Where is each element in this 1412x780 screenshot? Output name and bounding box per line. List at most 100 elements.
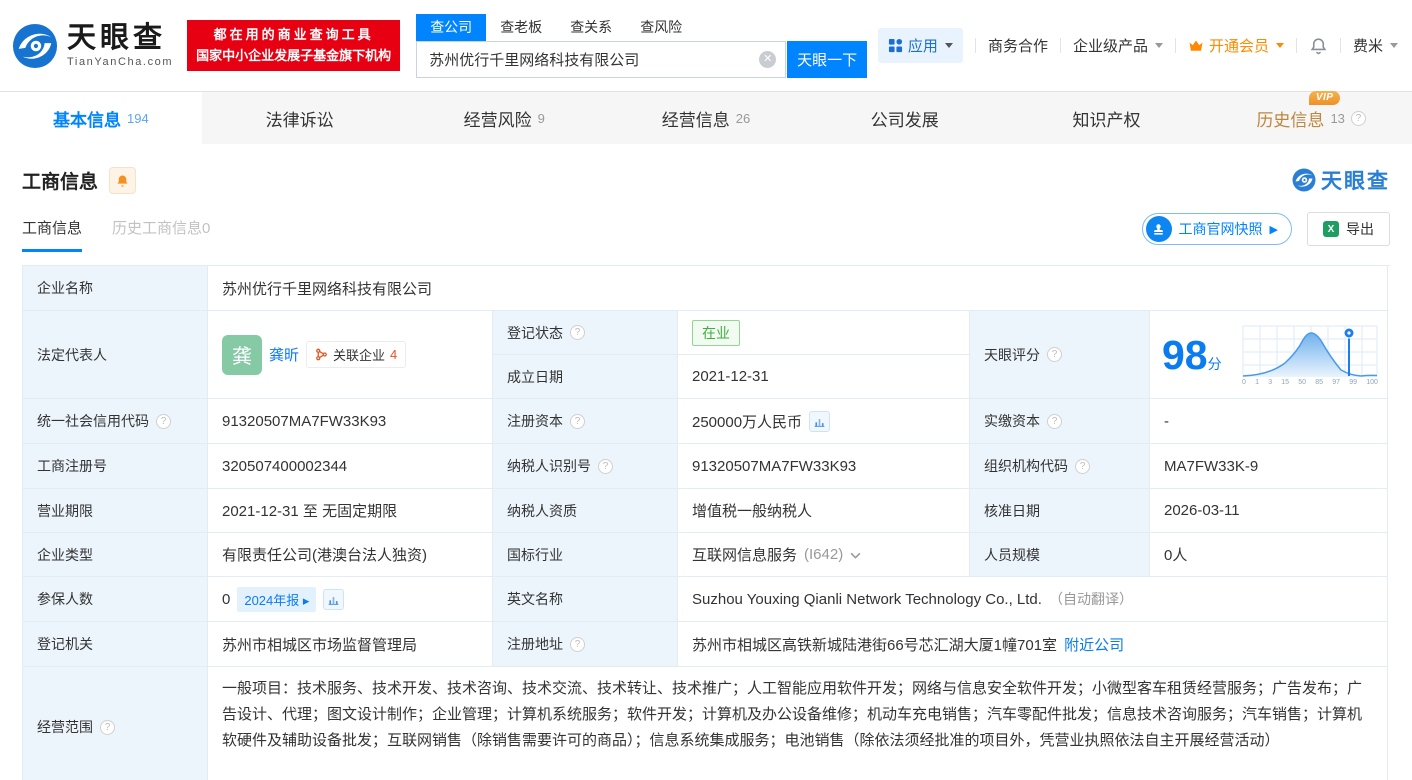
org-code-value: MA7FW33K-9 (1150, 444, 1388, 489)
approve-date-value: 2026-03-11 (1150, 489, 1388, 533)
tianyancha-logo-icon (1292, 168, 1316, 192)
nav-business-cooperation[interactable]: 商务合作 (988, 35, 1048, 56)
crown-icon (1189, 40, 1203, 51)
nav-enterprise-products[interactable]: 企业级产品 (1073, 35, 1163, 56)
registry-label: 登记机关 (23, 622, 208, 667)
reg-status-label: 登记状态 ? (493, 311, 678, 355)
search-button[interactable]: 天眼一下 (787, 40, 868, 78)
related-companies-badge[interactable]: 关联企业 4 (306, 341, 407, 368)
score-distribution-chart: 0 1 3 15 50 85 97 99 100 (1241, 325, 1379, 386)
divider (974, 38, 976, 53)
org-code-label: 组织机构代码 ? (970, 444, 1150, 489)
search-tabs: 查公司 查老板 查关系 查风险 (416, 13, 867, 41)
score-value: 98分 0 1 3 15 50 85 97 99 100 (1150, 311, 1388, 399)
company-name-label: 企业名称 (23, 266, 208, 311)
search-tab-relation[interactable]: 查关系 (556, 14, 626, 41)
subtab-history-business-info[interactable]: 历史工商信息0 (112, 217, 210, 252)
export-button[interactable]: X 导出 (1307, 212, 1390, 246)
tianyancha-logo[interactable]: 天眼查 TianYanCha.com (12, 23, 173, 69)
english-name-value: Suzhou Youxing Qianli Network Technology… (678, 577, 1388, 622)
taxpayer-id-value: 91320507MA7FW33K93 (678, 444, 970, 489)
main-content: 工商信息 天眼查 工商信息 历史工商信息0 工商官网快照 ▶ X 导出 企业名称… (0, 165, 1412, 780)
nav-apps[interactable]: 应用 (877, 28, 963, 63)
tab-company-development[interactable]: 公司发展 (807, 92, 1009, 144)
nearby-companies-link[interactable]: 附近公司 (1064, 634, 1124, 655)
tab-operation-risk[interactable]: 经营风险 9 (403, 92, 605, 144)
chevron-down-icon (1275, 43, 1284, 48)
divider (1339, 38, 1341, 53)
english-name-label: 英文名称 (493, 577, 678, 622)
legal-rep-value: 龚 龚昕 关联企业 4 (208, 311, 493, 399)
help-icon[interactable]: ? (1350, 110, 1366, 126)
legal-rep-link[interactable]: 龚昕 (269, 344, 299, 365)
taxpayer-quality-value: 增值税一般纳税人 (678, 489, 970, 533)
legal-rep-avatar[interactable]: 龚 (222, 334, 262, 375)
reg-number-label: 工商注册号 (23, 444, 208, 489)
official-snapshot-button[interactable]: 工商官网快照 ▶ (1141, 213, 1292, 245)
taxpayer-id-label: 纳税人识别号 ? (493, 444, 678, 489)
credit-code-label: 统一社会信用代码 ? (23, 399, 208, 444)
vip-badge: VIP (1308, 90, 1341, 105)
score-label: 天眼评分 ? (970, 311, 1150, 399)
username: 费米 (1352, 38, 1383, 55)
tab-intellectual-property[interactable]: 知识产权 (1009, 92, 1211, 144)
network-icon (316, 348, 327, 361)
establish-date-value: 2021-12-31 (678, 355, 970, 399)
search-tab-company[interactable]: 查公司 (416, 13, 487, 41)
insured-label: 参保人数 (23, 577, 208, 622)
company-name-value: 苏州优行千里网络科技有限公司 (208, 266, 1388, 311)
industry-value: 互联网信息服务 (I642) (678, 533, 970, 577)
top-header: 天眼查 TianYanCha.com 都在用的商业查询工具 国家中小企业发展子基… (0, 0, 1412, 91)
reg-number-value: 320507400002344 (208, 444, 493, 489)
nav-user-menu[interactable]: 费米 (1353, 35, 1398, 56)
address-label: 注册地址 ? (493, 622, 678, 667)
help-icon[interactable]: ? (100, 719, 115, 735)
tab-operation-info[interactable]: 经营信息 26 (605, 92, 807, 144)
divider (1174, 38, 1176, 53)
search-tab-boss[interactable]: 查老板 (486, 14, 556, 41)
help-icon[interactable]: ? (1047, 347, 1062, 362)
annual-report-badge[interactable]: 2024年报 ▸ (237, 586, 317, 612)
legal-rep-label: 法定代表人 (23, 311, 208, 399)
scope-value: 一般项目：技术服务、技术开发、技术咨询、技术交流、技术转让、技术推广；人工智能应… (208, 667, 1388, 780)
capital-trend-icon[interactable] (809, 410, 831, 432)
subtab-business-info[interactable]: 工商信息 (22, 217, 83, 252)
auto-translate-note: （自动翻译） (1048, 591, 1133, 607)
tab-legal-litigation[interactable]: 法律诉讼 (202, 92, 404, 144)
help-icon[interactable]: ? (1075, 458, 1090, 474)
insured-trend-icon[interactable] (323, 588, 345, 610)
search-tab-risk[interactable]: 查风险 (626, 14, 696, 41)
chevron-down-icon[interactable] (850, 552, 861, 559)
insured-value: 0 2024年报 ▸ (208, 577, 493, 622)
nav-open-vip[interactable]: 开通会员 (1188, 35, 1284, 56)
help-icon[interactable]: ? (570, 636, 585, 652)
promo-line2: 国家中小企业发展子基金旗下机构 (196, 47, 392, 63)
business-info-table: 企业名称 苏州优行千里网络科技有限公司 法定代表人 龚 龚昕 关联企业 4 登记… (22, 265, 1390, 780)
clear-search-icon[interactable]: ✕ (759, 50, 777, 68)
establish-date-label: 成立日期 (493, 355, 678, 399)
subscribe-bell-icon[interactable] (109, 166, 137, 194)
help-icon[interactable]: ? (156, 413, 171, 429)
tab-history-info[interactable]: 历史信息 VIP 13 ? (1210, 90, 1412, 144)
notification-bell-icon[interactable] (1309, 36, 1328, 55)
promo-banner: 都在用的商业查询工具 国家中小企业发展子基金旗下机构 (187, 20, 401, 71)
term-value: 2021-12-31 至 无固定期限 (208, 489, 493, 533)
reg-capital-label: 注册资本 ? (493, 399, 678, 444)
tianyancha-logo-icon (12, 23, 58, 68)
help-icon[interactable]: ? (598, 458, 613, 474)
top-nav: 应用 商务合作 企业级产品 开通会员 费米 (877, 28, 1398, 63)
help-icon[interactable]: ? (1047, 413, 1062, 429)
tab-basic-info[interactable]: 基本信息 194 (0, 92, 202, 144)
help-icon[interactable]: ? (570, 413, 585, 429)
score-chart-ticks: 0 1 3 15 50 85 97 99 100 (1242, 379, 1378, 386)
chevron-down-icon (1154, 43, 1163, 48)
apps-grid-icon (888, 38, 902, 53)
help-icon[interactable]: ? (570, 325, 585, 340)
divider (1295, 38, 1297, 53)
chevron-down-icon (1390, 43, 1398, 48)
reg-capital-value: 250000万人民币 (678, 399, 970, 444)
industry-label: 国标行业 (493, 533, 678, 577)
search-input[interactable] (416, 40, 787, 78)
industry-code: (I642) (804, 546, 844, 563)
paid-capital-label: 实缴资本 ? (970, 399, 1150, 444)
